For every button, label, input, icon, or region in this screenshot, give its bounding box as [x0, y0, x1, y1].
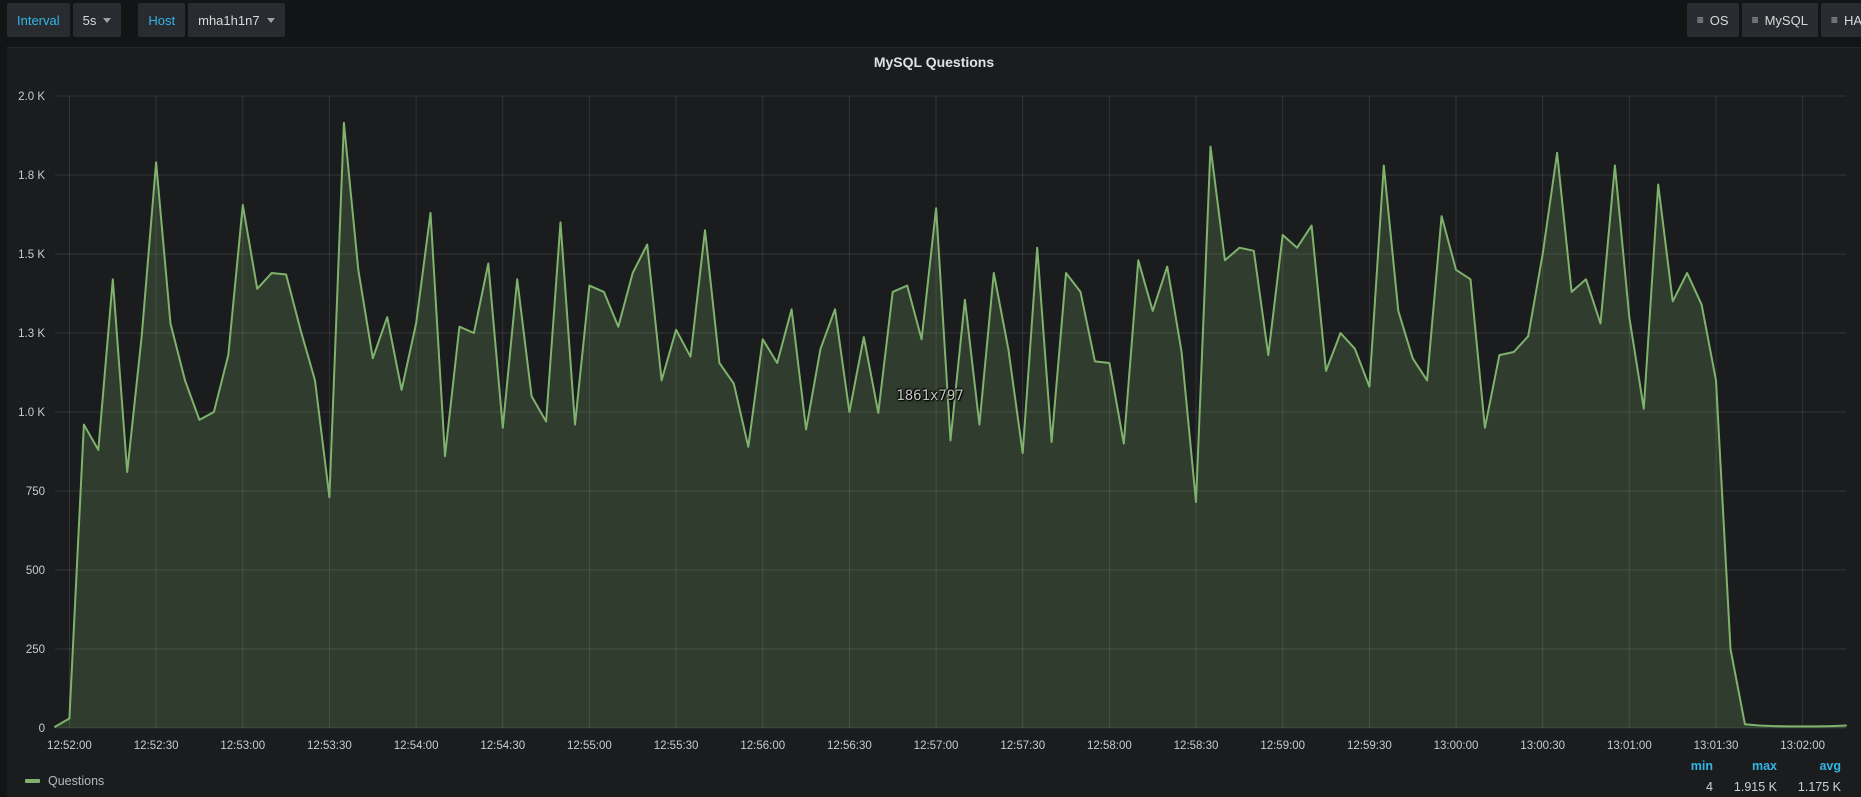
menu-icon: ≡ — [1697, 13, 1703, 27]
x-axis-tick-label: 13:00:00 — [1434, 740, 1479, 752]
watermark: 1861x797 — [896, 388, 963, 404]
y-axis-tick-label: 2.0 K — [18, 91, 45, 103]
stat-header-avg: avg — [1777, 756, 1841, 777]
y-axis-tick-label: 750 — [26, 486, 45, 498]
x-axis-tick-label: 12:55:30 — [654, 740, 699, 752]
y-axis-tick-label: 1.5 K — [18, 249, 45, 261]
interval-label: Interval — [7, 3, 70, 37]
y-axis-tick-label: 1.8 K — [18, 170, 45, 182]
nav-mysql-label: MySQL — [1765, 13, 1808, 28]
chevron-down-icon — [267, 18, 275, 23]
nav-ha-button[interactable]: ≡ HA — [1821, 3, 1861, 37]
x-axis-tick-label: 12:58:30 — [1174, 740, 1219, 752]
host-dropdown[interactable]: mha1h1n7 — [188, 3, 284, 37]
menu-icon: ≡ — [1831, 13, 1837, 27]
x-axis-tick-label: 12:58:00 — [1087, 740, 1132, 752]
y-axis-tick-label: 500 — [26, 565, 45, 577]
stat-header-min: min — [1661, 756, 1713, 777]
stat-value-avg: 1.175 K — [1777, 777, 1841, 797]
x-axis-tick-label: 13:02:00 — [1780, 740, 1825, 752]
nav-os-button[interactable]: ≡ OS — [1687, 3, 1739, 37]
y-axis-tick-label: 250 — [26, 644, 45, 656]
topbar: Interval 5s Host mha1h1n7 ≡ OS ≡ MySQL ≡… — [0, 0, 1861, 40]
x-axis-tick-label: 13:01:00 — [1607, 740, 1652, 752]
legend-item-questions[interactable]: Questions — [25, 774, 104, 788]
legend-stats-value-row: 4 1.915 K 1.175 K — [1661, 777, 1841, 797]
x-axis-tick-label: 12:57:00 — [914, 740, 959, 752]
interval-dropdown[interactable]: 5s — [73, 3, 122, 37]
stat-value-min: 4 — [1661, 777, 1713, 797]
x-axis-tick-label: 12:56:30 — [827, 740, 872, 752]
legend-stats-header-row: min max avg — [1661, 756, 1841, 777]
y-axis-tick-label: 1.3 K — [18, 328, 45, 340]
x-axis-tick-label: 12:54:30 — [480, 740, 525, 752]
host-value: mha1h1n7 — [198, 13, 259, 28]
y-axis-tick-label: 0 — [39, 723, 45, 735]
x-axis-tick-label: 13:01:30 — [1694, 740, 1739, 752]
interval-label-text: Interval — [17, 13, 60, 28]
x-axis-tick-label: 12:56:00 — [740, 740, 785, 752]
x-axis-tick-label: 12:52:00 — [47, 740, 92, 752]
x-axis-tick-label: 12:55:00 — [567, 740, 612, 752]
y-axis-tick-label: 1.0 K — [18, 407, 45, 419]
x-axis-tick-label: 12:53:00 — [220, 740, 265, 752]
stat-value-max: 1.915 K — [1713, 777, 1777, 797]
questions-chart[interactable]: 2.0 K1.8 K1.5 K1.3 K1.0 K750500250012:52… — [7, 48, 1861, 797]
x-axis-tick-label: 12:52:30 — [134, 740, 179, 752]
menu-icon: ≡ — [1752, 13, 1758, 27]
nav-os-label: OS — [1710, 13, 1729, 28]
host-label: Host — [138, 3, 185, 37]
stat-header-max: max — [1713, 756, 1777, 777]
x-axis-tick-label: 12:57:30 — [1000, 740, 1045, 752]
interval-value: 5s — [83, 13, 97, 28]
x-axis-tick-label: 12:53:30 — [307, 740, 352, 752]
x-axis-tick-label: 12:54:00 — [394, 740, 439, 752]
x-axis-tick-label: 12:59:30 — [1347, 740, 1392, 752]
legend-stats: min max avg 4 1.915 K 1.175 K — [1661, 756, 1841, 797]
legend-series-label: Questions — [48, 774, 104, 788]
x-axis-tick-label: 12:59:00 — [1260, 740, 1305, 752]
chart-panel: MySQL Questions 2.0 K1.8 K1.5 K1.3 K1.0 … — [7, 47, 1861, 797]
chevron-down-icon — [103, 18, 111, 23]
x-axis-tick-label: 13:00:30 — [1520, 740, 1565, 752]
nav-ha-label: HA — [1844, 13, 1861, 28]
series-color-dash — [25, 779, 40, 783]
nav-mysql-button[interactable]: ≡ MySQL — [1742, 3, 1818, 37]
host-label-text: Host — [148, 13, 175, 28]
